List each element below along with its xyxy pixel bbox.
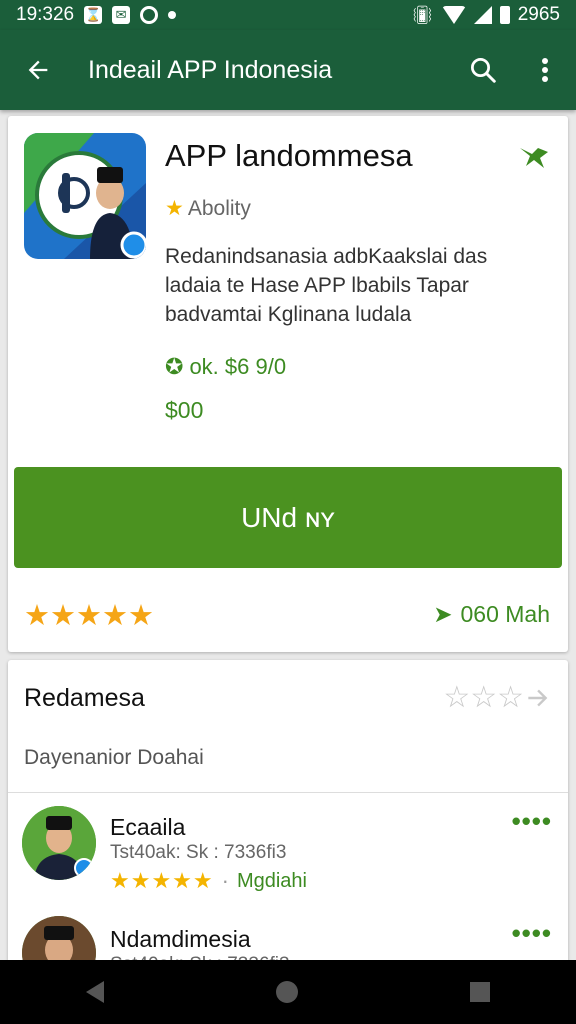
description-line: Redanindsanasia adbKaakslai das — [165, 245, 488, 268]
app-description: Redanindsanasia adbKaakslai das ladaia t… — [165, 242, 525, 329]
search-icon — [471, 58, 496, 83]
reviewer-name: Ndamdimesia — [110, 926, 251, 952]
review-item: Ecaaila Tst40ak: Sk : 7336fi3 ★★★★★ · Mg… — [8, 806, 568, 916]
downloads-info: ➤ 060 Mah — [433, 601, 550, 628]
review-more-button[interactable]: •••• — [512, 806, 552, 837]
app-meta: ok. $6 9/0 — [189, 354, 287, 379]
description-line: badvamtai Kglinana ludala — [165, 303, 412, 326]
install-button[interactable]: UNd ɴʏ — [14, 467, 562, 568]
separator-dot: · — [221, 868, 229, 893]
overflow-menu-button[interactable] — [514, 30, 576, 110]
nav-home-button[interactable] — [276, 981, 298, 1003]
back-button[interactable] — [0, 30, 76, 110]
rating-label: Abolity — [187, 196, 251, 220]
wishlist-button[interactable] — [518, 144, 550, 175]
review-stars: ★★★★★ — [110, 868, 214, 893]
app-meta-line: ✪ ok. $6 9/0 — [165, 354, 286, 380]
status-time: 19:326 — [16, 4, 75, 25]
review-label: Mgdiahi — [236, 869, 307, 892]
app-bar-title: Indeail APP Indonesia — [88, 55, 333, 84]
message-icon: ✉ — [112, 6, 131, 24]
app-logo-icon — [24, 133, 146, 259]
avatar — [22, 806, 96, 880]
arrow-left-icon — [28, 60, 48, 80]
rating-stars: ★★★★★ — [24, 600, 154, 632]
description-line: ladaia te Hase APP lbabils Tapar — [165, 274, 469, 297]
battery-text: 2965 — [517, 4, 560, 25]
star-outline-icons: ☆☆☆ — [443, 681, 524, 714]
user-avatar-icon — [22, 806, 96, 880]
download-arrow-icon: ➤ — [433, 601, 453, 627]
reviewer-name: Ecaaila — [110, 814, 186, 840]
reviews-title: Redamesa — [24, 684, 145, 712]
divider — [8, 792, 568, 793]
bookmark-add-icon — [520, 148, 548, 168]
dot-icon — [168, 11, 177, 19]
chevron-right-icon — [528, 689, 548, 706]
review-meta: Tst40ak: Sk : 7336fi3 — [110, 842, 287, 863]
nav-back-button[interactable] — [86, 981, 104, 1003]
app-icon[interactable] — [24, 133, 146, 259]
search-button[interactable] — [452, 30, 514, 110]
app-detail-card: APP landommesa ★ Abolity Redanindsanasia… — [8, 116, 568, 652]
battery-icon — [499, 6, 510, 24]
wifi-icon — [441, 6, 466, 24]
star-outline-icon: ✪ — [165, 354, 184, 379]
app-name: APP landommesa — [165, 138, 413, 173]
nav-recents-button[interactable] — [470, 982, 490, 1002]
star-icon: ★ — [165, 197, 184, 220]
more-vertical-icon — [542, 58, 548, 82]
app-rating-row: ★ Abolity — [165, 196, 251, 221]
review-rating: ★★★★★ · Mgdiahi — [110, 868, 307, 894]
reviews-subtitle: Dayenanior Doahai — [24, 746, 204, 769]
reviews-card: Redamesa ☆☆☆ Dayenanior Doahai Ecaaila T… — [8, 660, 568, 980]
app-bar: Indeail APP Indonesia — [0, 30, 576, 110]
notification-icon: ⌛ — [84, 6, 103, 24]
status-bar: 19:326 ⌛ ✉ 📳︎ 2965 — [0, 0, 576, 30]
review-more-button[interactable]: •••• — [512, 918, 552, 949]
signal-icon — [473, 6, 492, 24]
downloads-count: 060 Mah — [460, 601, 550, 627]
app-price: $00 — [165, 397, 204, 423]
vibrate-icon: 📳︎ — [410, 4, 434, 25]
rate-stars-button[interactable]: ☆☆☆ — [443, 680, 550, 715]
sync-icon — [140, 6, 159, 24]
system-nav-bar — [0, 960, 576, 1024]
